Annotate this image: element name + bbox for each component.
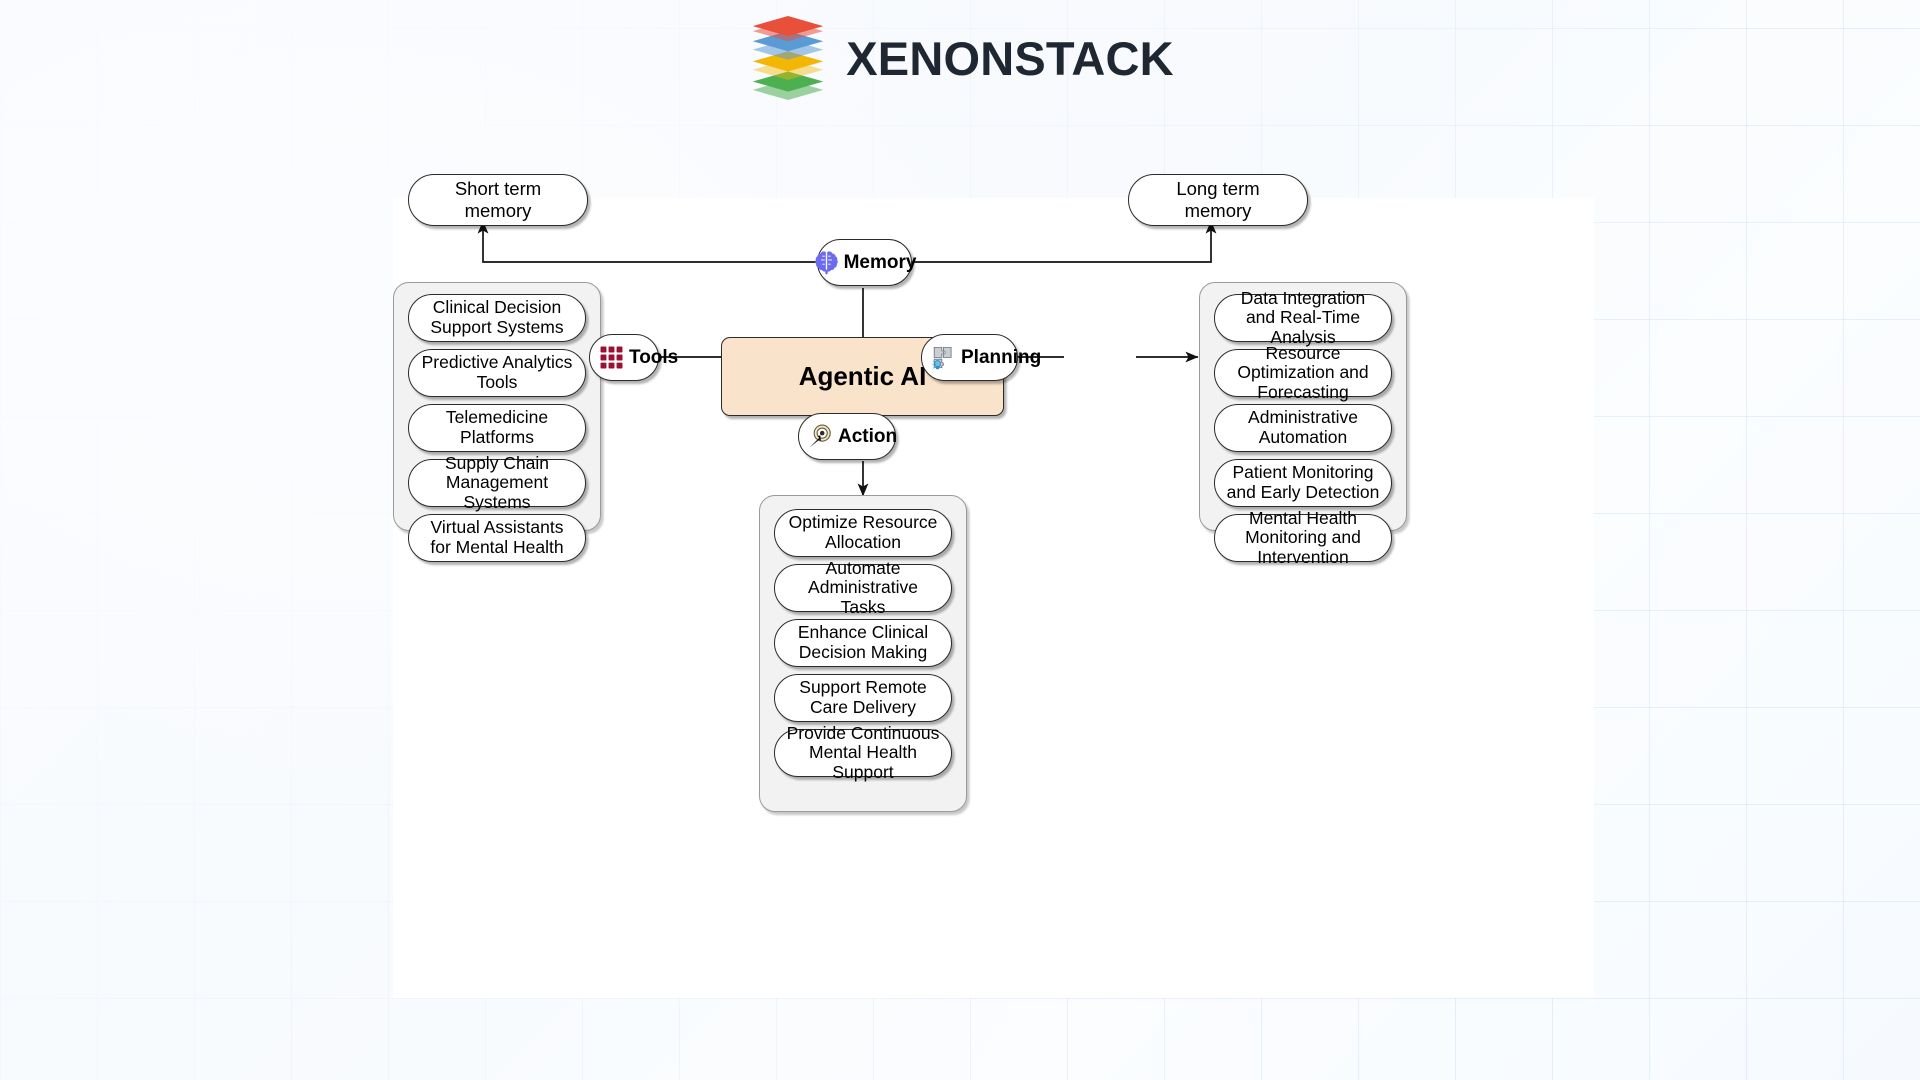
stacked-layers-icon <box>752 16 824 100</box>
brand-header: XENONSTACK <box>0 16 1920 100</box>
hub-tools[interactable]: Tools <box>589 334 678 381</box>
core-label: Agentic AI <box>798 361 927 391</box>
node-label: Clinical Decision Support Systems <box>430 297 564 337</box>
node-label: Support Remote Care Delivery <box>799 677 927 717</box>
node-label: Data Integration and Real-Time Analysis <box>1240 287 1366 347</box>
planning-item-2[interactable]: Administrative Automation <box>1214 404 1392 452</box>
hub-label: Action <box>838 425 898 447</box>
action-item-0[interactable]: Optimize Resource Allocation <box>774 509 952 557</box>
planning-item-0[interactable]: Data Integration and Real-Time Analysis <box>1214 288 1392 347</box>
node-label: Automate Administrative Tasks <box>808 557 918 617</box>
node-long-term-memory[interactable]: Long term memory <box>1128 174 1308 226</box>
node-label: Predictive Analytics Tools <box>421 352 573 392</box>
brain-icon <box>814 251 838 275</box>
planning-item-4[interactable]: Mental Health Monitoring and Interventio… <box>1214 508 1392 567</box>
tools-item-4[interactable]: Virtual Assistants for Mental Health <box>408 514 586 562</box>
hub-memory[interactable]: Memory <box>814 239 916 286</box>
node-label: Short term memory <box>454 178 542 221</box>
tools-item-0[interactable]: Clinical Decision Support Systems <box>408 294 586 342</box>
planning-item-3[interactable]: Patient Monitoring and Early Detection <box>1214 459 1392 507</box>
action-item-3[interactable]: Support Remote Care Delivery <box>774 674 952 722</box>
target-cursor-icon <box>809 424 831 448</box>
node-short-term-memory[interactable]: Short term memory <box>408 174 588 226</box>
brand-name: XENONSTACK <box>846 31 1174 85</box>
node-label: Telemedicine Platforms <box>445 407 549 447</box>
tools-item-3[interactable]: Supply Chain Management Systems <box>408 453 586 512</box>
node-label: Optimize Resource Allocation <box>788 512 938 552</box>
hub-planning[interactable]: Planning <box>921 334 1041 381</box>
hub-action[interactable]: Action <box>798 413 898 460</box>
diagram-canvas: Short term memory Long term memory Memor… <box>393 174 1594 998</box>
node-label: Enhance Clinical Decision Making <box>797 622 929 662</box>
action-item-1[interactable]: Automate Administrative Tasks <box>774 558 952 617</box>
node-label: Resource Optimization and Forecasting <box>1237 342 1369 402</box>
grid-squares-icon <box>600 346 623 369</box>
tools-item-2[interactable]: Telemedicine Platforms <box>408 404 586 452</box>
tools-item-1[interactable]: Predictive Analytics Tools <box>408 349 586 397</box>
node-label: Mental Health Monitoring and Interventio… <box>1245 507 1361 567</box>
action-item-2[interactable]: Enhance Clinical Decision Making <box>774 619 952 667</box>
node-label: Supply Chain Management Systems <box>444 452 550 512</box>
hub-label: Planning <box>961 346 1042 368</box>
node-label: Provide Continuous Mental Health Support <box>786 722 940 782</box>
node-label: Patient Monitoring and Early Detection <box>1226 462 1380 502</box>
action-item-4[interactable]: Provide Continuous Mental Health Support <box>774 723 952 782</box>
hub-label: Tools <box>629 346 679 368</box>
node-label: Long term memory <box>1176 178 1260 221</box>
puzzle-lightbulb-icon <box>931 346 952 370</box>
hub-label: Memory <box>843 251 917 273</box>
node-label: Virtual Assistants for Mental Health <box>430 517 564 557</box>
node-label: Administrative Automation <box>1248 407 1358 447</box>
planning-item-1[interactable]: Resource Optimization and Forecasting <box>1214 343 1392 402</box>
